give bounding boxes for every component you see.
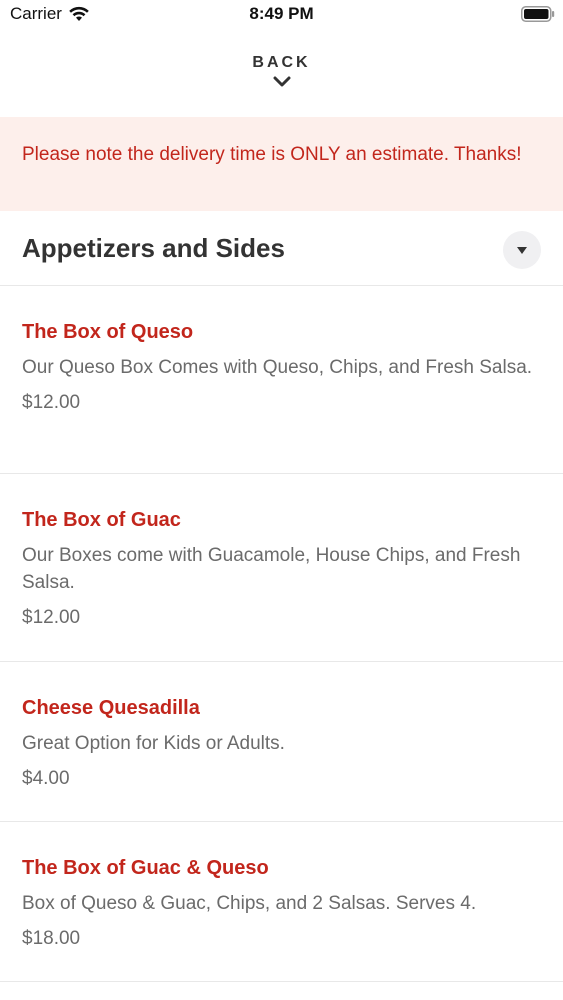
menu-item-description: Great Option for Kids or Adults.: [22, 733, 285, 754]
menu-item[interactable]: Cheese Quesadilla Great Option for Kids …: [0, 662, 563, 822]
section-header: Appetizers and Sides: [0, 211, 563, 286]
back-button[interactable]: BACK: [0, 50, 563, 110]
menu-item-description: Box of Queso & Guac, Chips, and 2 Salsas…: [22, 893, 477, 914]
menu-list: The Box of Queso Our Queso Box Comes wit…: [0, 286, 563, 982]
caret-down-icon: [517, 246, 527, 254]
status-time: 8:49 PM: [249, 4, 314, 23]
delivery-notice-text: Please note the delivery time is ONLY an…: [22, 144, 522, 165]
menu-item[interactable]: The Box of Guac & Queso Box of Queso & G…: [0, 822, 563, 982]
menu-item-description: Our Queso Box Comes with Queso, Chips, a…: [22, 357, 533, 378]
menu-item[interactable]: The Box of Queso Our Queso Box Comes wit…: [0, 286, 563, 474]
menu-item-price: $12.00: [22, 392, 81, 413]
section-collapse-button[interactable]: [503, 231, 541, 269]
battery-icon: [521, 6, 555, 22]
menu-item-price: $18.00: [22, 928, 81, 949]
chevron-down-icon: [273, 76, 290, 87]
status-bar: Carrier 8:49 PM: [0, 0, 563, 30]
menu-item-price: $4.00: [22, 768, 70, 789]
back-label: BACK: [252, 54, 311, 71]
menu-item-price: $12.00: [22, 607, 81, 628]
delivery-notice-banner: Please note the delivery time is ONLY an…: [0, 117, 563, 211]
menu-item-name: The Box of Queso: [22, 321, 194, 343]
menu-item-description: Our Boxes come with Guacamole, House Chi…: [22, 545, 521, 593]
menu-item[interactable]: The Box of Guac Our Boxes come with Guac…: [0, 474, 563, 662]
menu-item-name: The Box of Guac: [22, 509, 181, 531]
menu-item-name: The Box of Guac & Queso: [22, 857, 269, 879]
section-title: Appetizers and Sides: [22, 233, 285, 263]
menu-item-name: Cheese Quesadilla: [22, 697, 200, 719]
